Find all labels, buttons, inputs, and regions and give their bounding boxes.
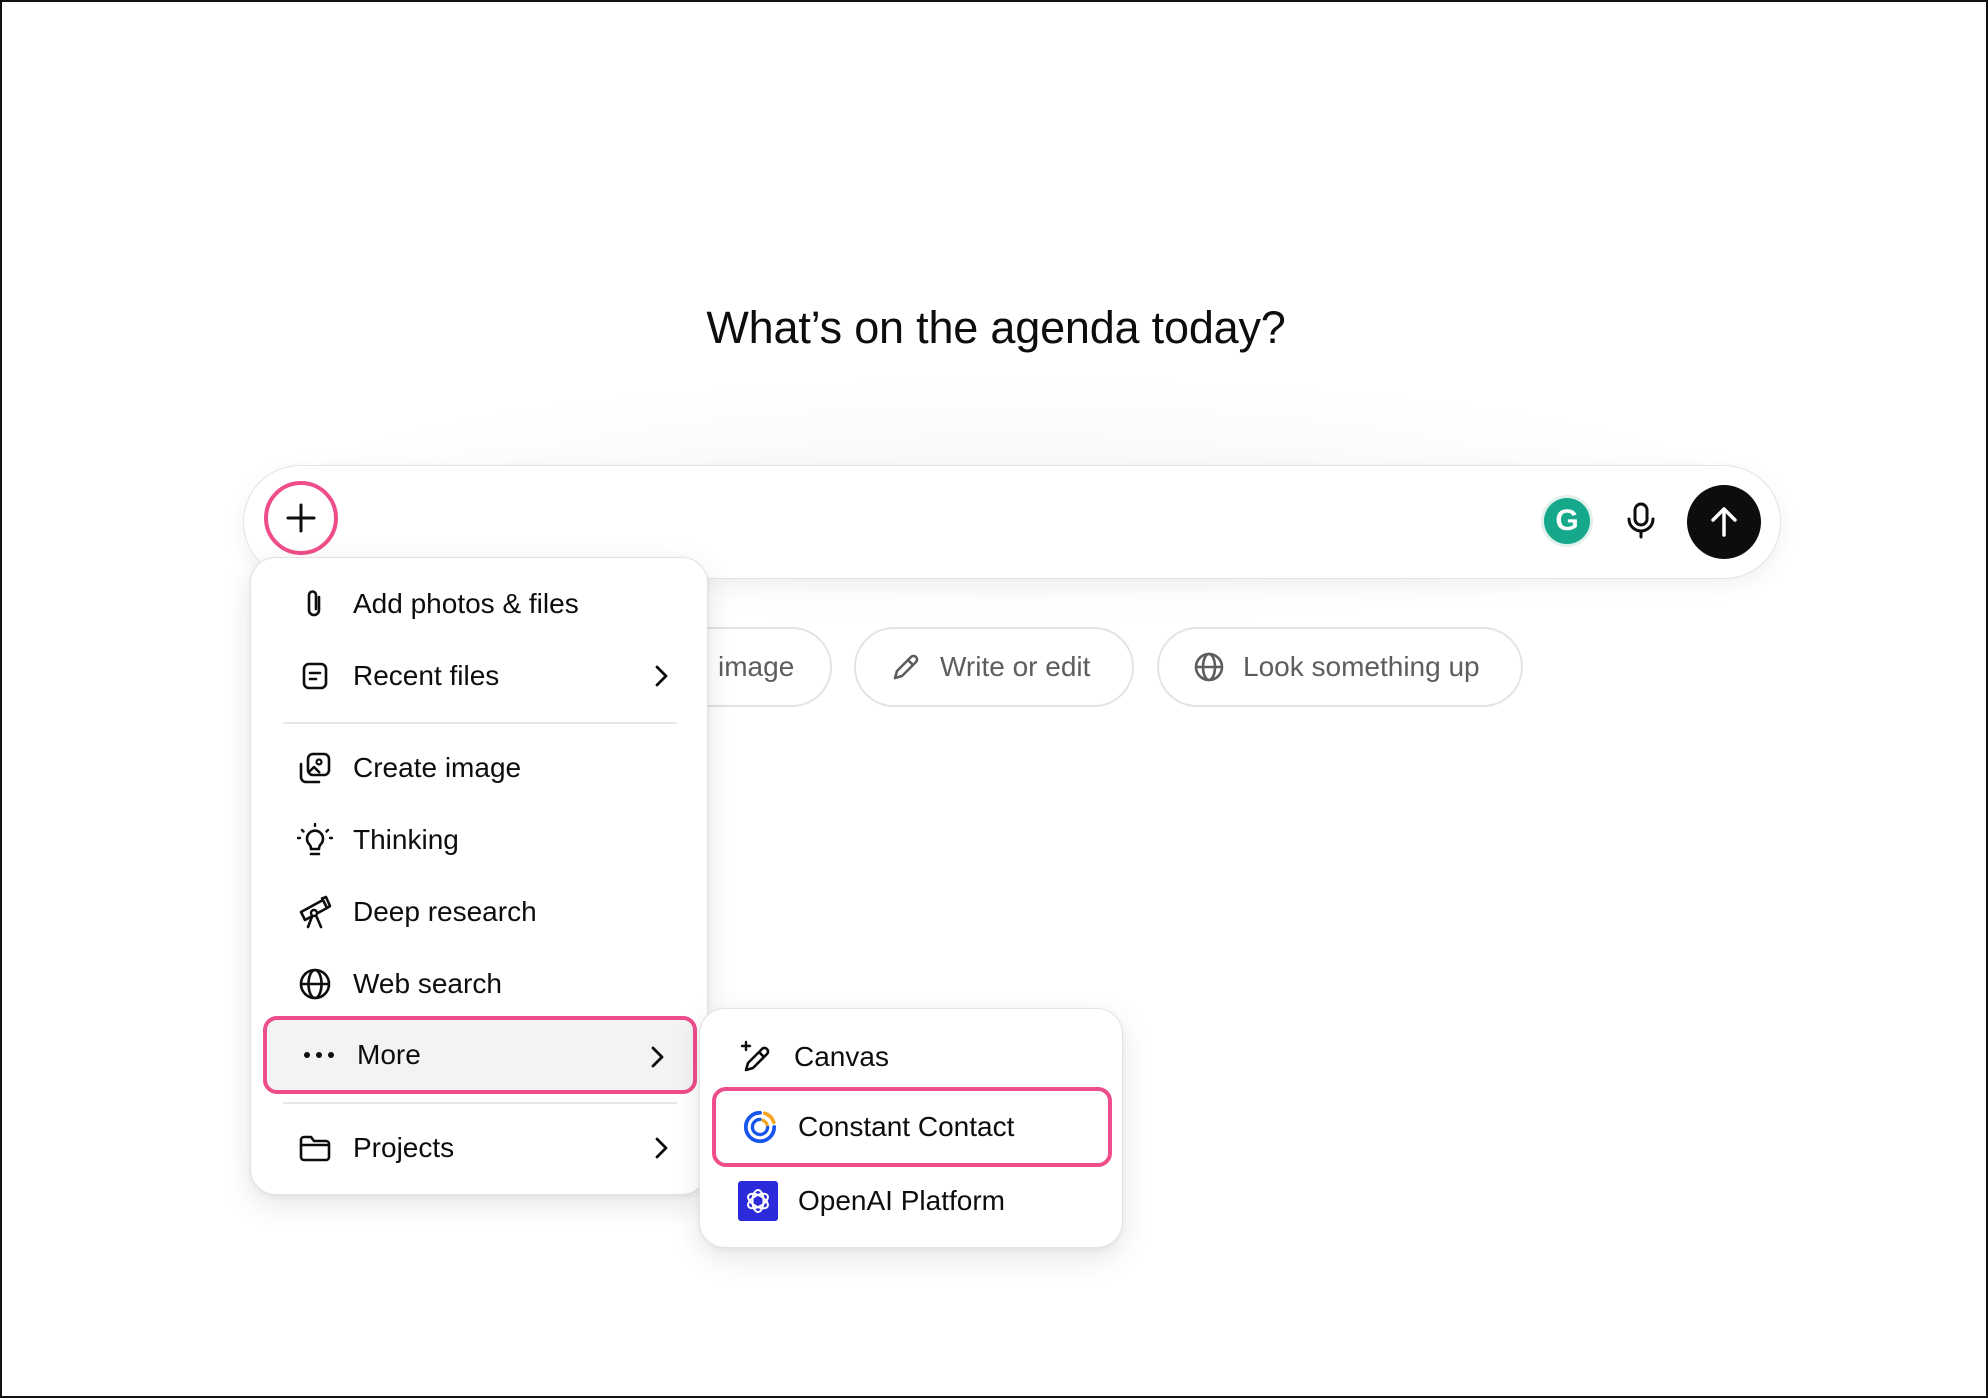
menu-item-more[interactable]: More <box>263 1016 697 1094</box>
globe-icon <box>1194 652 1224 682</box>
menu-item-label: Thinking <box>353 824 459 855</box>
submenu-item-label: Constant Contact <box>798 1111 1015 1142</box>
folder-icon <box>297 1130 333 1166</box>
menu-item-recent-files[interactable]: Recent files <box>263 644 697 708</box>
chip-label: image <box>718 651 795 682</box>
create-image-icon <box>297 750 333 786</box>
attach-menu: Add photos & files Recent files Create i… <box>250 557 708 1195</box>
menu-item-label: Web search <box>353 968 502 999</box>
arrow-up-icon <box>1711 507 1737 537</box>
file-icon <box>297 658 333 694</box>
menu-item-label: More <box>357 1039 421 1070</box>
grammarly-button[interactable]: G <box>1544 498 1590 544</box>
menu-divider <box>283 1102 677 1104</box>
telescope-icon <box>297 894 333 930</box>
menu-item-deep-research[interactable]: Deep research <box>263 880 697 944</box>
chevron-right-icon <box>651 1046 664 1068</box>
submenu-item-label: OpenAI Platform <box>798 1185 1005 1216</box>
chip-label: Write or edit <box>940 651 1091 682</box>
send-button[interactable] <box>1687 485 1761 559</box>
chevron-right-icon <box>655 665 668 687</box>
menu-item-label: Create image <box>353 752 522 783</box>
attach-plus-button[interactable] <box>264 481 338 555</box>
constant-contact-logo-icon <box>742 1109 778 1145</box>
page-title: What’s on the agenda today? <box>706 302 1286 353</box>
openai-logo-icon <box>738 1181 778 1221</box>
suggestion-chip-look-something-up[interactable]: Look something up <box>1157 627 1523 707</box>
plus-icon <box>286 503 316 533</box>
menu-item-label: Add photos & files <box>353 588 579 619</box>
menu-item-thinking[interactable]: Thinking <box>263 808 697 872</box>
menu-divider <box>283 722 677 724</box>
menu-item-label: Recent files <box>353 660 500 691</box>
submenu-item-constant-contact[interactable]: Constant Contact <box>712 1087 1112 1167</box>
menu-item-add-photos-files[interactable]: Add photos & files <box>263 572 697 636</box>
grammarly-icon: G <box>1555 504 1579 537</box>
paperclip-icon <box>297 586 333 622</box>
chevron-right-icon <box>655 1137 668 1159</box>
pencil-icon <box>893 654 919 680</box>
chip-label: Look something up <box>1243 651 1480 682</box>
suggestion-chip-write-or-edit[interactable]: Write or edit <box>854 627 1134 707</box>
ellipsis-icon <box>301 1037 337 1073</box>
menu-item-label: Projects <box>353 1132 455 1163</box>
menu-item-create-image[interactable]: Create image <box>263 736 697 800</box>
submenu-item-label: Canvas <box>794 1041 889 1072</box>
submenu-item-openai-platform[interactable]: OpenAI Platform <box>712 1169 1112 1233</box>
menu-item-projects[interactable]: Projects <box>263 1116 697 1180</box>
microphone-icon <box>1627 502 1655 539</box>
window-frame: What’s on the agenda today? G image Writ… <box>0 0 1988 1398</box>
menu-item-label: Deep research <box>353 896 537 927</box>
menu-item-web-search[interactable]: Web search <box>263 952 697 1016</box>
microphone-button[interactable] <box>1620 500 1662 542</box>
lightbulb-icon <box>297 822 333 858</box>
more-submenu: Canvas Constant Contact OpenAI Platform <box>699 1008 1123 1248</box>
canvas-pencil-icon <box>738 1039 774 1075</box>
globe-icon <box>297 966 333 1002</box>
submenu-item-canvas[interactable]: Canvas <box>712 1025 1112 1089</box>
